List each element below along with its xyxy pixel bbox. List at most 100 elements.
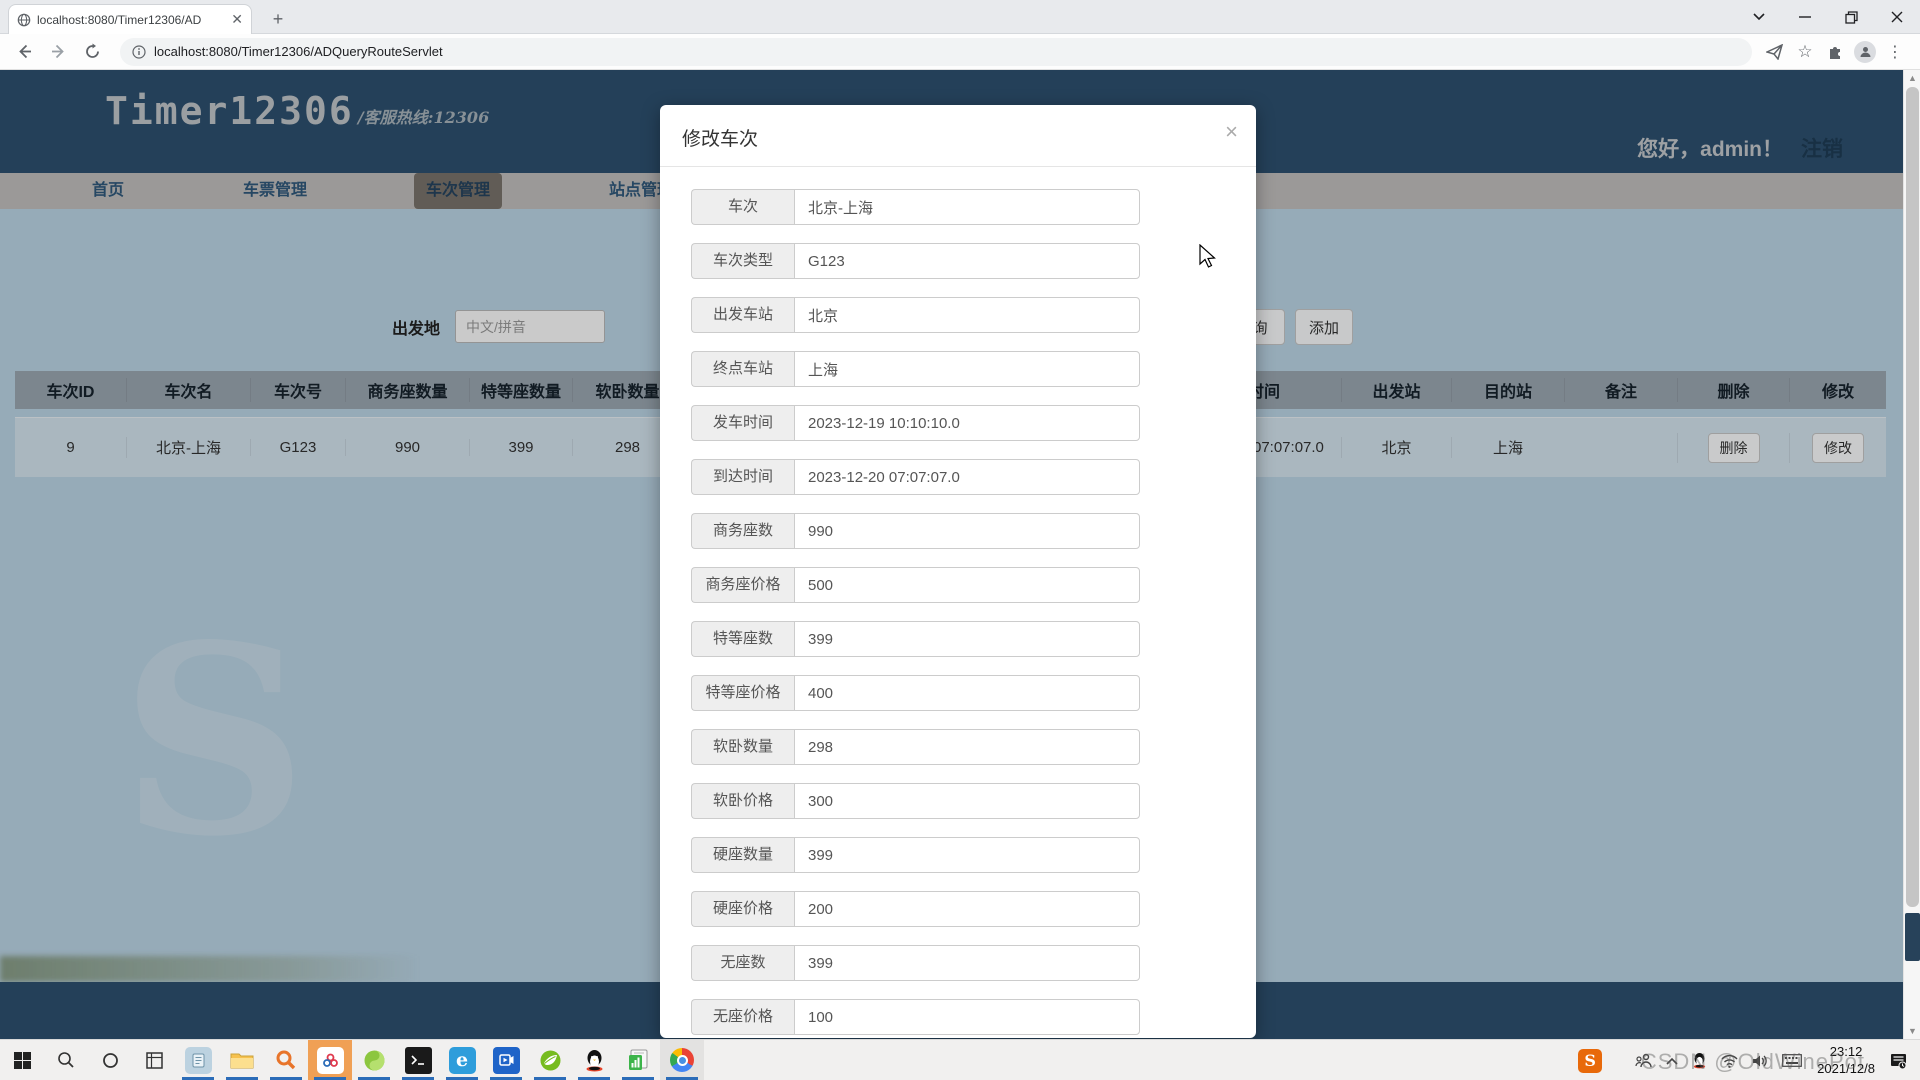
- field-input[interactable]: [794, 621, 1140, 657]
- edit-train-modal: 修改车次 × 车次 车次类型 出发车站 终点车站: [660, 105, 1256, 1038]
- field-input[interactable]: [794, 297, 1140, 333]
- app-notepad-icon[interactable]: [176, 1040, 220, 1080]
- orange-search-app-icon[interactable]: [264, 1040, 308, 1080]
- file-explorer-icon[interactable]: [220, 1040, 264, 1080]
- video-app-icon[interactable]: [484, 1040, 528, 1080]
- field-label: 商务座价格: [691, 567, 794, 603]
- share-icon[interactable]: [1760, 38, 1790, 66]
- toolbar-icons: ☆ ⋮: [1760, 38, 1910, 66]
- field-input[interactable]: [794, 891, 1140, 927]
- field-input[interactable]: [794, 351, 1140, 387]
- field-business-count: 商务座数: [691, 513, 1256, 549]
- field-label: 车次: [691, 189, 794, 225]
- taskbar-search-icon[interactable]: [44, 1040, 88, 1080]
- address-bar[interactable]: localhost:8080/Timer12306/ADQueryRouteSe…: [120, 38, 1752, 66]
- tray-clock[interactable]: 23:12 2021/12/8: [1817, 1044, 1875, 1077]
- field-label: 硬座数量: [691, 837, 794, 873]
- menu-kebab-icon[interactable]: ⋮: [1880, 38, 1910, 66]
- field-arrive-time: 到达时间: [691, 459, 1256, 495]
- field-label: 车次类型: [691, 243, 794, 279]
- modal-close-icon[interactable]: ×: [1225, 119, 1238, 145]
- field-train-name: 车次: [691, 189, 1256, 225]
- field-input[interactable]: [794, 783, 1140, 819]
- field-hard-count: 硬座数量: [691, 837, 1256, 873]
- scrollbar-thumb[interactable]: [1906, 87, 1919, 907]
- field-business-price: 商务座价格: [691, 567, 1256, 603]
- page-scrollbar[interactable]: ▲ ▼: [1903, 70, 1920, 1039]
- tab-title: localhost:8080/Timer12306/AD: [37, 13, 227, 27]
- field-input[interactable]: [794, 567, 1140, 603]
- field-input[interactable]: [794, 729, 1140, 765]
- browser-tab[interactable]: localhost:8080/Timer12306/AD ✕: [8, 4, 252, 34]
- network-wifi-icon[interactable]: [1721, 1054, 1738, 1068]
- restore-button[interactable]: [1828, 0, 1874, 34]
- field-label: 到达时间: [691, 459, 794, 495]
- tab-strip: localhost:8080/Timer12306/AD ✕ +: [0, 0, 1920, 34]
- qq-icon[interactable]: [572, 1040, 616, 1080]
- active-app-icon[interactable]: [308, 1040, 352, 1080]
- ie-browser-icon[interactable]: e: [440, 1040, 484, 1080]
- field-label: 硬座价格: [691, 891, 794, 927]
- field-train-type: 车次类型: [691, 243, 1256, 279]
- forward-icon[interactable]: [44, 38, 72, 66]
- extensions-puzzle-icon[interactable]: [1820, 38, 1850, 66]
- info-icon[interactable]: [132, 45, 146, 59]
- task-view-icon[interactable]: [132, 1040, 176, 1080]
- page-viewport: Timer12306 /客服热线:12306 您好，admin！ 注销 首页 车…: [0, 70, 1920, 1039]
- minimize-button[interactable]: [1782, 0, 1828, 34]
- browser-window: localhost:8080/Timer12306/AD ✕ + localho…: [0, 0, 1920, 1080]
- tray-people-icon[interactable]: [1635, 1053, 1652, 1068]
- new-tab-button[interactable]: +: [266, 8, 290, 32]
- field-premium-count: 特等座数: [691, 621, 1256, 657]
- keyboard-icon[interactable]: [1782, 1054, 1802, 1067]
- clock-time: 23:12: [1817, 1044, 1875, 1060]
- action-center-icon[interactable]: [1890, 1053, 1907, 1069]
- close-button[interactable]: [1874, 0, 1920, 34]
- field-input[interactable]: [794, 189, 1140, 225]
- green-doc-app-icon[interactable]: [616, 1040, 660, 1080]
- back-icon[interactable]: [10, 38, 38, 66]
- modal-header: 修改车次 ×: [660, 105, 1256, 167]
- field-label: 终点车站: [691, 351, 794, 387]
- cortana-icon[interactable]: [88, 1040, 132, 1080]
- chevron-down-icon[interactable]: [1736, 0, 1782, 34]
- window-controls: [1736, 0, 1920, 34]
- field-label: 软卧价格: [691, 783, 794, 819]
- tray-s-icon[interactable]: S: [1578, 1049, 1602, 1073]
- field-input[interactable]: [794, 945, 1140, 981]
- field-input[interactable]: [794, 837, 1140, 873]
- start-button[interactable]: [0, 1040, 44, 1080]
- tray-expand-chevron-icon[interactable]: [1666, 1057, 1678, 1065]
- spring-tool-icon[interactable]: [528, 1040, 572, 1080]
- globe-favicon-icon: [17, 13, 31, 27]
- field-input[interactable]: [794, 405, 1140, 441]
- profile-avatar[interactable]: [1850, 38, 1880, 66]
- field-input[interactable]: [794, 999, 1140, 1035]
- tray-qq-icon[interactable]: [1692, 1052, 1707, 1069]
- field-input[interactable]: [794, 513, 1140, 549]
- field-end-station: 终点车站: [691, 351, 1256, 387]
- field-input[interactable]: [794, 459, 1140, 495]
- field-standing-price: 无座价格: [691, 999, 1256, 1035]
- modal-title: 修改车次: [682, 124, 758, 151]
- reload-icon[interactable]: [78, 38, 106, 66]
- scroll-up-icon[interactable]: ▲: [1904, 70, 1920, 86]
- bookmark-star-icon[interactable]: ☆: [1790, 38, 1820, 66]
- volume-icon[interactable]: [1752, 1054, 1768, 1068]
- field-label: 特等座价格: [691, 675, 794, 711]
- scroll-down-icon[interactable]: ▼: [1904, 1023, 1920, 1039]
- clock-date: 2021/12/8: [1817, 1061, 1875, 1077]
- field-input[interactable]: [794, 675, 1140, 711]
- url-text[interactable]: localhost:8080/Timer12306/ADQueryRouteSe…: [154, 44, 443, 59]
- field-label: 出发车站: [691, 297, 794, 333]
- field-input[interactable]: [794, 243, 1140, 279]
- chrome-icon[interactable]: [660, 1040, 704, 1080]
- green-ball-app-icon[interactable]: [352, 1040, 396, 1080]
- field-soft-price: 软卧价格: [691, 783, 1256, 819]
- tab-close-icon[interactable]: ✕: [231, 11, 243, 28]
- cmd-icon[interactable]: [396, 1040, 440, 1080]
- field-standing-count: 无座数: [691, 945, 1256, 981]
- field-label: 软卧数量: [691, 729, 794, 765]
- field-label: 发车时间: [691, 405, 794, 441]
- browser-toolbar: localhost:8080/Timer12306/ADQueryRouteSe…: [0, 34, 1920, 70]
